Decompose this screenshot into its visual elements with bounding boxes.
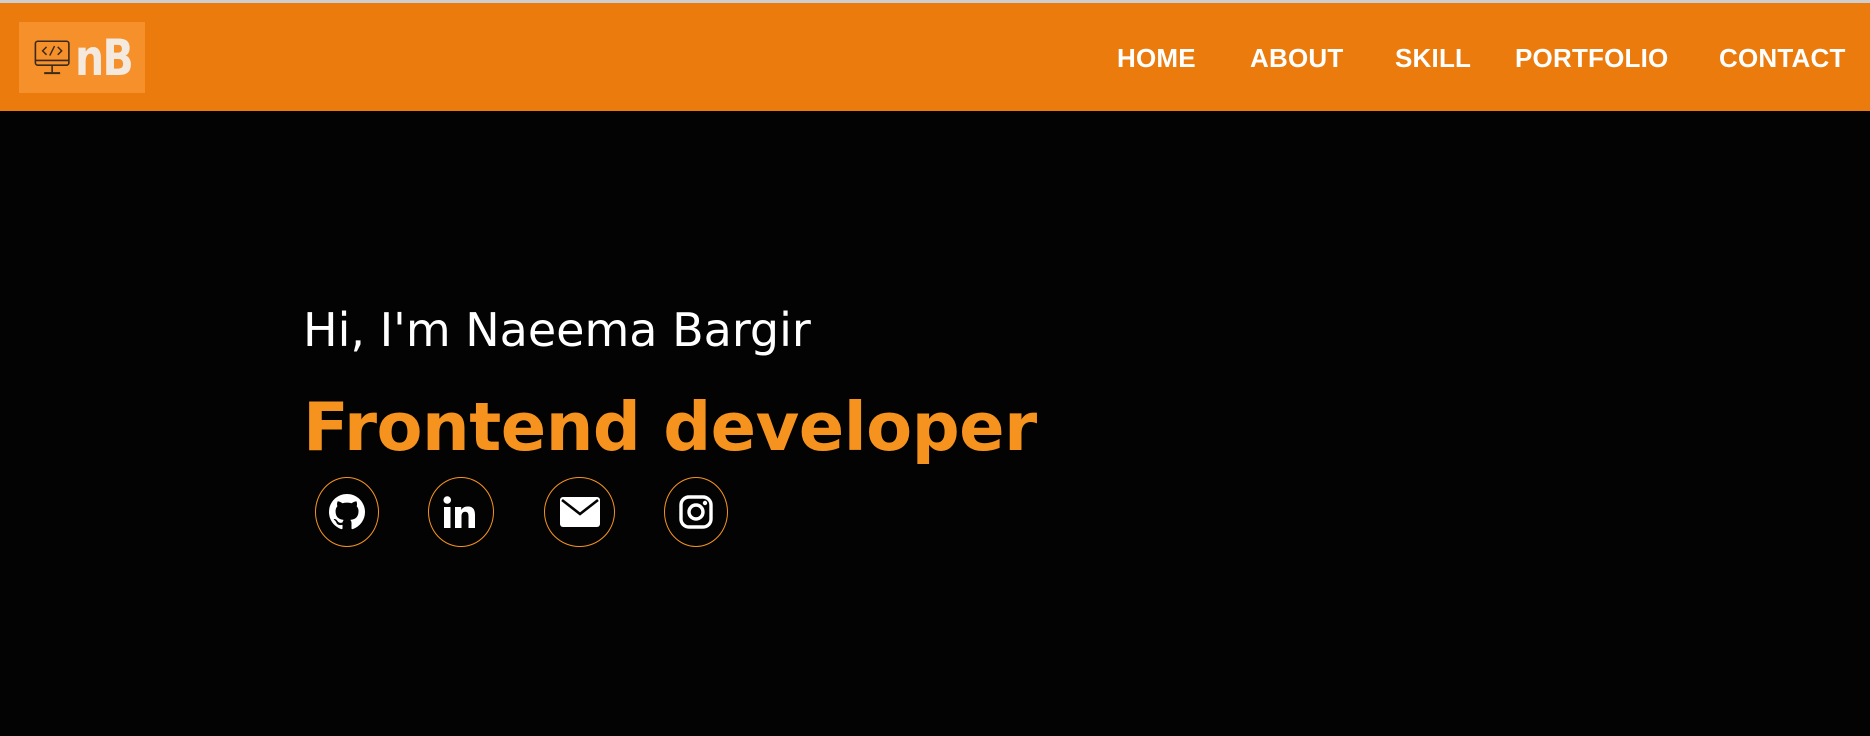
hero-role: Frontend developer <box>303 388 1037 466</box>
email-icon <box>559 497 600 527</box>
nav-link-portfolio[interactable]: PORTFOLIO <box>1515 43 1668 74</box>
code-monitor-icon <box>34 39 70 74</box>
github-icon <box>329 494 365 530</box>
nav-link-contact[interactable]: CONTACT <box>1719 43 1846 74</box>
instagram-link[interactable] <box>664 477 728 547</box>
site-logo[interactable]: nB <box>19 22 145 93</box>
hero-greeting: Hi, I'm Naeema Bargir <box>303 303 811 357</box>
logo-text: nB <box>75 28 134 87</box>
nav-link-skill[interactable]: SKILL <box>1395 43 1471 74</box>
linkedin-link[interactable] <box>428 477 494 547</box>
nav-link-about[interactable]: ABOUT <box>1250 43 1343 74</box>
github-link[interactable] <box>315 477 379 547</box>
linkedin-icon <box>443 496 475 528</box>
nav-link-home[interactable]: HOME <box>1117 43 1196 74</box>
email-link[interactable] <box>544 477 615 547</box>
instagram-icon <box>679 495 713 529</box>
navbar: nB HOME ABOUT SKILL PORTFOLIO CONTACT <box>0 3 1870 111</box>
